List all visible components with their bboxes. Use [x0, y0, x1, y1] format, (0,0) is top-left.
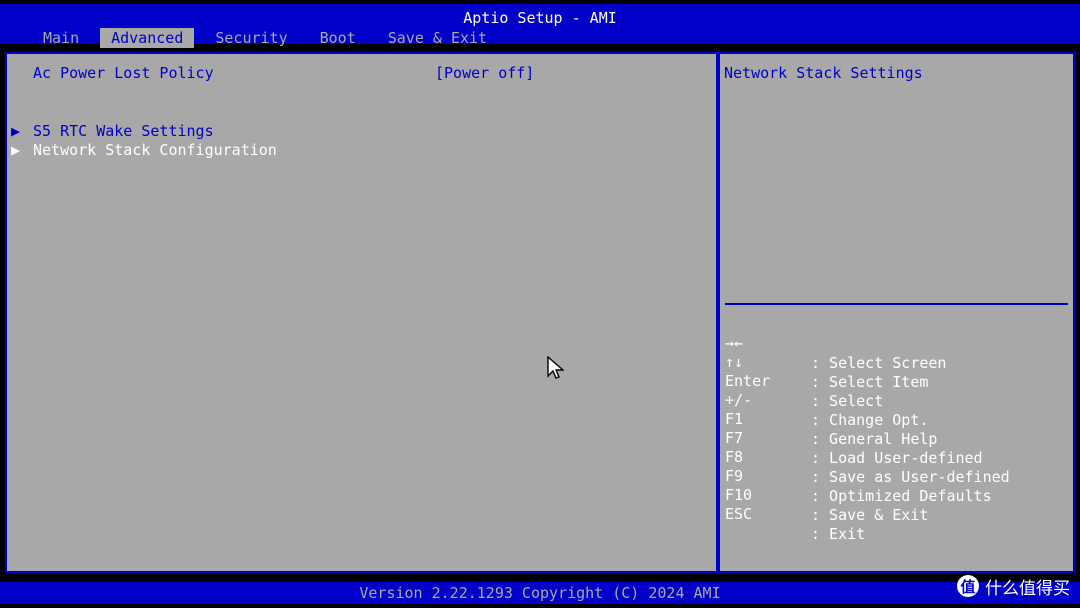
bios-tab-bar: Main Advanced Security Boot Save & Exit [32, 28, 498, 48]
bios-top-bar: Aptio Setup - AMI Main Advanced Security… [0, 4, 1080, 48]
help-row-select-item: ↑↓ : Select Item [725, 332, 928, 391]
settings-panel: Ac Power Lost Policy [Power off] ▶ S5 RT… [5, 52, 718, 573]
bios-screen: Aptio Setup - AMI Main Advanced Security… [0, 0, 1080, 608]
window-title: Aptio Setup - AMI [463, 9, 617, 27]
tab-security[interactable]: Security [204, 28, 298, 48]
help-row-optimized-defaults: F9 : Optimized Defaults [725, 446, 992, 505]
help-row-load-user-defined: F7 : Load User-defined [725, 408, 983, 467]
help-desc-save-exit: : Save & Exit [811, 506, 929, 524]
watermark: 值 什么值得买 [957, 572, 1070, 600]
tab-save-exit[interactable]: Save & Exit [377, 28, 498, 48]
tab-advanced[interactable]: Advanced [100, 28, 195, 48]
help-key-esc: ESC [725, 505, 753, 523]
ac-power-lost-policy-value[interactable]: [Power off] [435, 63, 534, 83]
submenu-s5-rtc-wake-settings[interactable]: S5 RTC Wake Settings [33, 121, 214, 141]
help-row-exit: ESC : Exit [725, 484, 865, 543]
help-row-select-screen: →← : Select Screen [725, 313, 946, 372]
help-desc-select-screen: : Select Screen [811, 354, 947, 372]
help-row-save-user-defined: F8 : Save as User-defined [725, 427, 1010, 486]
submenu-network-stack-configuration[interactable]: Network Stack Configuration [33, 140, 277, 160]
submenu-arrow-icon-s5: ▶ [11, 122, 21, 140]
help-row-change-opt: +/- : Change Opt. [725, 370, 928, 429]
version-footer: Version 2.22.1293 Copyright (C) 2024 AMI [0, 582, 1080, 604]
mouse-pointer-icon [547, 356, 564, 379]
smzdm-logo-icon: 值 [957, 575, 979, 597]
watermark-label: 什么值得买 [985, 578, 1070, 599]
help-desc-load-user-defined: : Load User-defined [811, 449, 983, 467]
tab-main[interactable]: Main [32, 28, 90, 48]
help-desc-exit: : Exit [811, 525, 866, 543]
help-row-enter: Enter : Select [725, 351, 883, 410]
help-desc-optimized-defaults: : Optimized Defaults [811, 487, 992, 505]
help-panel: Network Stack Settings →← : Select Scree… [718, 52, 1075, 573]
help-row-save-exit: F10 : Save & Exit [725, 465, 928, 524]
tab-boot[interactable]: Boot [309, 28, 367, 48]
help-desc-select-item: : Select Item [811, 373, 929, 391]
help-desc-enter: : Select [811, 392, 884, 410]
help-desc-save-user-defined: : Save as User-defined [811, 468, 1010, 486]
submenu-arrow-icon-network: ▶ [11, 141, 21, 159]
help-title: Network Stack Settings [724, 64, 923, 82]
help-divider [725, 303, 1068, 305]
help-desc-general-help: : General Help [811, 430, 938, 448]
ac-power-lost-policy-label[interactable]: Ac Power Lost Policy [33, 63, 214, 83]
help-row-general-help: F1 : General Help [725, 389, 937, 448]
help-desc-change-opt: : Change Opt. [811, 411, 929, 429]
